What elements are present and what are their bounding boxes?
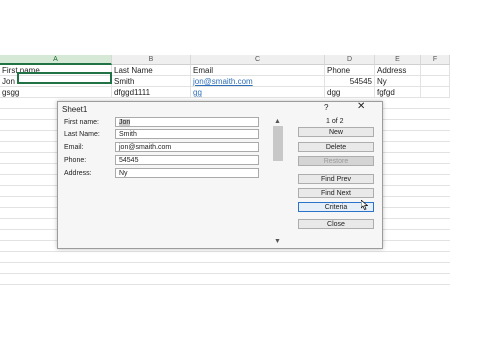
cell-f3[interactable] [421, 87, 450, 98]
delete-button[interactable]: Delete [298, 142, 374, 152]
cell-e3[interactable]: fgfgd [375, 87, 421, 98]
email-label: Email: [64, 144, 84, 151]
table-row [0, 263, 450, 274]
restore-button[interactable]: Restore [298, 156, 374, 166]
find-prev-button[interactable]: Find Prev [298, 174, 374, 184]
first-name-label: First name: [64, 119, 100, 126]
cell-f1[interactable] [421, 65, 450, 76]
data-form-dialog: Sheet1 ? ✕ First name: Jon Last Name: Sm… [57, 101, 383, 249]
cell-d2[interactable]: 54545 [325, 76, 375, 87]
column-header-e[interactable]: E [375, 55, 421, 65]
column-header-c[interactable]: C [191, 55, 325, 65]
address-label: Address: [64, 170, 92, 177]
first-name-field[interactable]: Jon [115, 117, 259, 127]
cell-c1[interactable]: Email [191, 65, 325, 76]
column-header-d[interactable]: D [325, 55, 375, 65]
cell-d1[interactable]: Phone [325, 65, 375, 76]
last-name-field[interactable]: Smith [115, 129, 259, 139]
first-name-value: Jon [119, 119, 131, 126]
record-counter: 1 of 2 [326, 118, 344, 125]
cell-e1[interactable]: Address [375, 65, 421, 76]
cell-b1[interactable]: Last Name [112, 65, 191, 76]
phone-field[interactable]: 54545 [115, 155, 259, 165]
cell-c3[interactable]: gg [191, 87, 325, 98]
mouse-cursor-icon [361, 200, 368, 210]
phone-label: Phone: [64, 157, 87, 164]
scroll-up-icon[interactable]: ▲ [274, 118, 281, 125]
table-row [0, 274, 450, 285]
cell-c2[interactable]: jon@smaith.com [191, 76, 325, 87]
cell-d3[interactable]: dgg [325, 87, 375, 98]
column-header-a[interactable]: A [0, 55, 112, 65]
last-name-label: Last Name: [64, 131, 100, 138]
column-header-f[interactable]: F [421, 55, 450, 65]
dialog-title: Sheet1 [62, 105, 88, 114]
close-button[interactable]: Close [298, 219, 374, 229]
new-button[interactable]: New [298, 127, 374, 137]
table-row: gsgg dfggd1111 gg dgg fgfgd [0, 87, 450, 98]
active-cell-indicator [17, 72, 112, 84]
cell-a3[interactable]: gsgg [0, 87, 112, 98]
cell-b3[interactable]: dfggd1111 [112, 87, 191, 98]
help-icon[interactable]: ? [324, 103, 328, 112]
scrollbar-thumb[interactable] [273, 126, 283, 161]
cell-b2[interactable]: Smith [112, 76, 191, 87]
scroll-down-icon[interactable]: ▼ [274, 238, 281, 245]
record-scrollbar[interactable]: ▲ ▼ [272, 118, 284, 246]
find-next-button[interactable]: Find Next [298, 188, 374, 198]
cell-e2[interactable]: Ny [375, 76, 421, 87]
table-row [0, 252, 450, 263]
email-field[interactable]: jon@smaith.com [115, 142, 259, 152]
cell-f2[interactable] [421, 76, 450, 87]
column-header-b[interactable]: B [112, 55, 191, 65]
address-field[interactable]: Ny [115, 168, 259, 178]
close-icon[interactable]: ✕ [357, 101, 365, 112]
